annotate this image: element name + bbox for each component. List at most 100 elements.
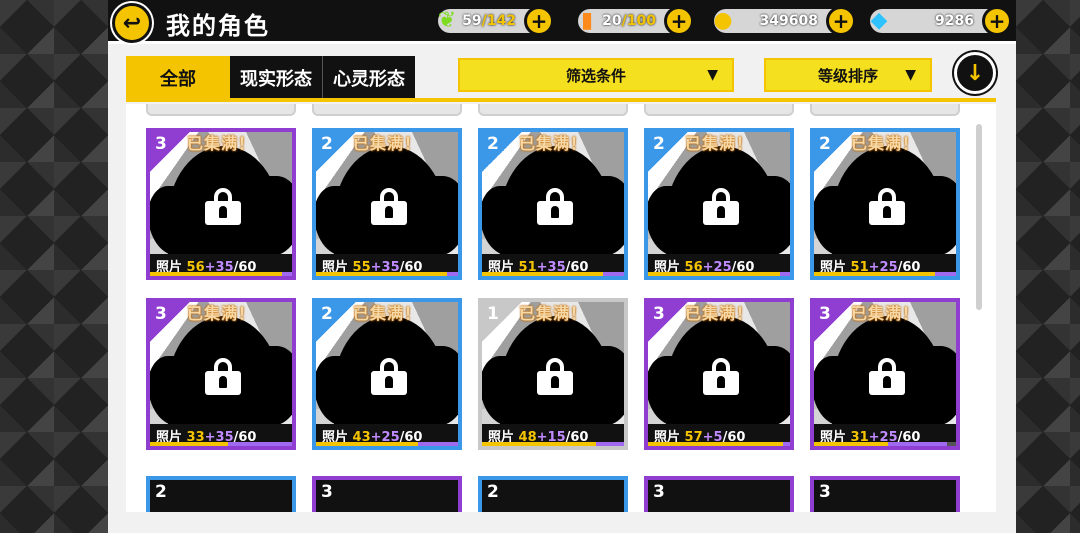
previous-row-stubs: [146, 104, 966, 116]
character-card[interactable]: 3 已集满！ 照片 56+35/60: [146, 128, 296, 280]
tab-reality-form[interactable]: 现实形态: [230, 56, 322, 100]
energy-resource: ❦ 59/142 +: [438, 6, 554, 36]
card-stub: [644, 104, 794, 116]
lock-icon: [371, 358, 407, 395]
sort-order-button[interactable]: ↓: [954, 52, 996, 94]
progress-bar: [814, 272, 956, 276]
back-button[interactable]: ↩: [112, 3, 152, 43]
filter-dropdown[interactable]: 筛选条件 ▼: [458, 58, 734, 92]
collected-label: 已集满！: [186, 304, 255, 323]
progress-bar: [648, 272, 790, 276]
progress-fill: [648, 442, 783, 446]
top-bar: ↩ 我的角色 ❦ 59/142 + ▮ 20/100 + ● 349608 + …: [108, 0, 1016, 44]
lock-icon: [205, 358, 241, 395]
right-decor-panel: [1016, 0, 1080, 533]
chevron-down-icon: ▼: [707, 67, 718, 83]
scrollbar[interactable]: [976, 124, 982, 310]
lock-icon: [205, 188, 241, 225]
gem-icon: ◆: [870, 7, 888, 33]
progress-bar: [814, 442, 956, 446]
content-divider: [126, 98, 996, 102]
card-stub: [810, 104, 960, 116]
progress-fill: [814, 442, 888, 446]
progress-fill-pending: [446, 272, 458, 276]
progress-fill: [150, 442, 229, 446]
progress-fill-pending: [595, 442, 624, 446]
card-stub: [312, 104, 462, 116]
collected-label: 已集满！: [186, 134, 255, 153]
leaf-icon: ❦: [437, 7, 457, 33]
add-gems-button[interactable]: +: [982, 6, 1012, 36]
progress-bar: [150, 272, 292, 276]
character-card[interactable]: 1 已集满！ 照片 48+15/60: [478, 298, 628, 450]
progress-fill-pending: [228, 442, 292, 446]
form-tabs: 全部 现实形态 心灵形态: [126, 56, 415, 100]
gems-resource: ◆ 9286 +: [870, 6, 1012, 36]
progress-fill: [814, 272, 935, 276]
lock-icon: [371, 188, 407, 225]
progress-fill: [648, 272, 781, 276]
progress-fill: [482, 272, 603, 276]
character-card[interactable]: 2 已集满！ 照片 43+25/60: [312, 298, 462, 450]
character-grid: 3 已集满！ 照片 56+35/60 2 已集满！ 照片 55+35/60 2 …: [146, 128, 966, 450]
rarity-badge: 3: [321, 482, 333, 502]
progress-fill: [316, 272, 447, 276]
progress-bar: [482, 272, 624, 276]
character-card[interactable]: 3 已集满！ 照片 31+25/60: [810, 298, 960, 450]
character-card-partial[interactable]: 2: [146, 476, 296, 512]
progress-fill-pending: [780, 272, 790, 276]
collected-label: 已集满！: [684, 304, 753, 323]
collected-label: 已集满！: [684, 134, 753, 153]
character-card[interactable]: 3 已集满！ 照片 57+5/60: [644, 298, 794, 450]
character-card-partial[interactable]: 3: [810, 476, 960, 512]
card-stub: [146, 104, 296, 116]
rarity-badge: 3: [819, 482, 831, 502]
next-row-cards: 2 3 2 3 3: [146, 476, 966, 512]
collected-label: 已集满！: [518, 134, 587, 153]
character-card[interactable]: 2 已集满！ 照片 51+25/60: [810, 128, 960, 280]
progress-bar: [482, 442, 624, 446]
add-coins-button[interactable]: +: [826, 6, 856, 36]
character-card-partial[interactable]: 3: [644, 476, 794, 512]
coin-icon: ●: [713, 7, 733, 33]
progress-bar: [648, 442, 790, 446]
sort-dropdown[interactable]: 等级排序 ▼: [764, 58, 932, 92]
collected-label: 已集满！: [352, 304, 421, 323]
collected-label: 已集满！: [352, 134, 421, 153]
add-stamina-button[interactable]: +: [664, 6, 694, 36]
lock-icon: [537, 358, 573, 395]
progress-fill: [150, 272, 283, 276]
progress-fill-pending: [934, 272, 956, 276]
battery-icon: ▮: [580, 7, 594, 33]
rarity-badge: 2: [487, 482, 499, 502]
character-card[interactable]: 3 已集满！ 照片 33+35/60: [146, 298, 296, 450]
collected-label: 已集满！: [850, 134, 919, 153]
character-card[interactable]: 2 已集满！ 照片 55+35/60: [312, 128, 462, 280]
progress-fill-pending: [602, 272, 624, 276]
coins-resource: ● 349608 +: [713, 6, 856, 36]
arrow-down-icon: ↓: [965, 60, 985, 86]
lock-icon: [869, 358, 905, 395]
character-card[interactable]: 2 已集满！ 照片 51+35/60: [478, 128, 628, 280]
progress-fill: [482, 442, 596, 446]
character-card-partial[interactable]: 3: [312, 476, 462, 512]
lock-icon: [703, 188, 739, 225]
progress-fill-pending: [887, 442, 948, 446]
collected-label: 已集满！: [518, 304, 587, 323]
collected-label: 已集满！: [850, 304, 919, 323]
stamina-resource: ▮ 20/100 +: [578, 6, 694, 36]
main-screen: ↩ 我的角色 ❦ 59/142 + ▮ 20/100 + ● 349608 + …: [108, 0, 1016, 533]
character-card[interactable]: 2 已集满！ 照片 56+25/60: [644, 128, 794, 280]
progress-bar: [316, 272, 458, 276]
character-list[interactable]: 3 已集满！ 照片 56+35/60 2 已集满！ 照片 55+35/60 2 …: [126, 104, 996, 512]
chevron-down-icon: ▼: [905, 67, 916, 83]
tab-mind-form[interactable]: 心灵形态: [322, 56, 415, 100]
add-energy-button[interactable]: +: [524, 6, 554, 36]
lock-icon: [703, 358, 739, 395]
page-title: 我的角色: [166, 12, 270, 40]
left-decor-panel: [0, 0, 108, 533]
progress-fill-pending: [418, 442, 458, 446]
tab-all[interactable]: 全部: [126, 56, 230, 100]
character-card-partial[interactable]: 2: [478, 476, 628, 512]
rarity-badge: 3: [653, 482, 665, 502]
